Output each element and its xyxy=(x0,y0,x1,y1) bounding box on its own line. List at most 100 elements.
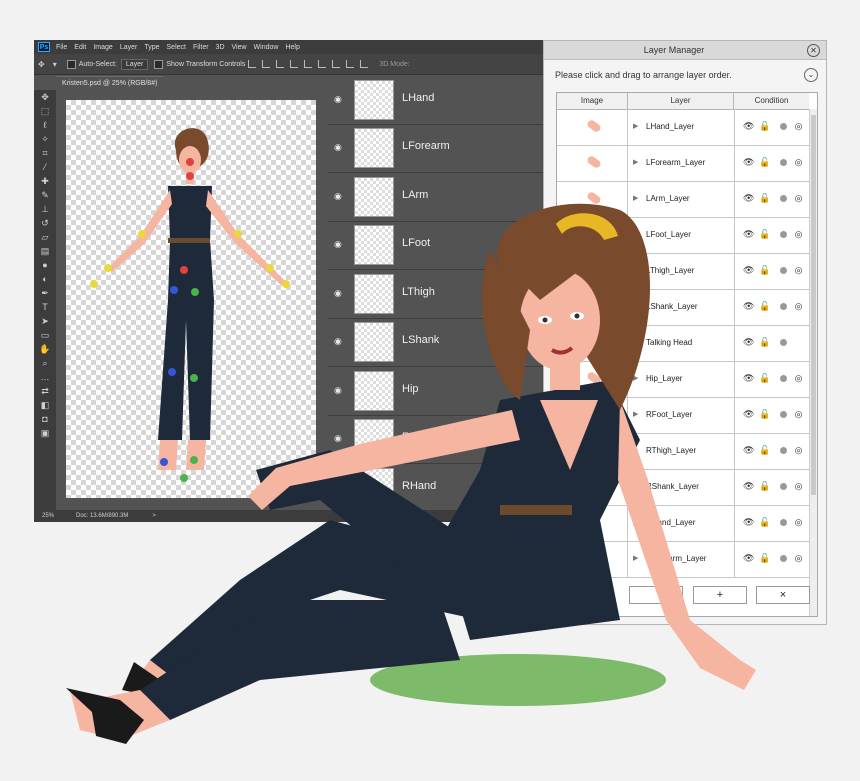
layer-row[interactable]: ◉ LThigh xyxy=(328,270,560,319)
table-row[interactable]: Talking Head 👁 🔓 xyxy=(557,325,809,362)
table-row[interactable]: ▶ LFoot_Layer 👁 🔓 ◎ xyxy=(557,217,809,254)
eye-icon[interactable]: ◉ xyxy=(334,94,344,104)
expand-arrow-icon[interactable]: ▶ xyxy=(633,410,638,418)
eye-icon[interactable]: 👁 xyxy=(743,301,754,312)
radio-dot-icon[interactable] xyxy=(780,375,787,382)
layer-row[interactable]: ◉ LFoot xyxy=(328,221,560,270)
lock-icon[interactable]: 🔓 xyxy=(759,553,770,564)
blur-tool-icon[interactable]: ● xyxy=(34,258,56,272)
layer-row[interactable]: ◉ LForearm xyxy=(328,124,560,173)
pen-tool-icon[interactable]: ✒ xyxy=(34,286,56,300)
distribute-icon[interactable] xyxy=(332,60,341,68)
visibility-icon[interactable]: ◎ xyxy=(793,157,804,168)
visibility-icon[interactable]: ◎ xyxy=(793,517,804,528)
visibility-icon[interactable]: ◎ xyxy=(793,553,804,564)
lock-icon[interactable]: 🔓 xyxy=(759,301,770,312)
dodge-tool-icon[interactable]: ◐ xyxy=(34,272,56,286)
add-layer-button[interactable]: + xyxy=(693,586,747,604)
eye-icon[interactable]: 👁 xyxy=(743,265,754,276)
menu-window[interactable]: Window xyxy=(254,44,279,51)
eye-icon[interactable]: ◉ xyxy=(334,142,344,152)
blank-button[interactable] xyxy=(556,586,610,604)
visibility-icon[interactable]: ◎ xyxy=(793,445,804,456)
table-row[interactable]: ▶ Hip_Layer 👁 🔓 ◎ xyxy=(557,361,809,398)
screen-mode-icon[interactable]: ▣ xyxy=(34,426,56,440)
eye-icon[interactable]: 👁 xyxy=(743,445,754,456)
lock-icon[interactable]: 🔓 xyxy=(759,337,770,348)
visibility-icon[interactable]: ◎ xyxy=(793,481,804,492)
expand-arrow-icon[interactable]: ▶ xyxy=(633,518,638,526)
menu-type[interactable]: Type xyxy=(144,44,159,51)
align-icon[interactable] xyxy=(290,60,299,68)
document-tab[interactable]: Kristen5.psd @ 25% (RGB/8#) xyxy=(56,76,164,91)
eye-icon[interactable]: 👁 xyxy=(743,373,754,384)
eye-icon[interactable]: 👁 xyxy=(743,517,754,528)
visibility-icon[interactable]: ◎ xyxy=(793,193,804,204)
layer-row[interactable]: ◉ LHand xyxy=(328,76,560,125)
align-icon[interactable] xyxy=(262,60,271,68)
radio-dot-icon[interactable] xyxy=(780,411,787,418)
hand-tool-icon[interactable]: ✋ xyxy=(34,342,56,356)
align-icon[interactable] xyxy=(304,60,313,68)
quick-mask-icon[interactable]: ◘ xyxy=(34,412,56,426)
radio-dot-icon[interactable] xyxy=(780,123,787,130)
expand-arrow-icon[interactable]: ▶ xyxy=(633,554,638,562)
layer-row[interactable]: ◉ RFoot xyxy=(328,415,560,464)
eye-icon[interactable]: 👁 xyxy=(743,229,754,240)
visibility-icon[interactable]: ◎ xyxy=(793,121,804,132)
eye-icon[interactable]: 👁 xyxy=(743,121,754,132)
menu-help[interactable]: Help xyxy=(285,44,299,51)
scrollbar-thumb[interactable] xyxy=(811,115,816,495)
lock-icon[interactable]: 🔓 xyxy=(759,157,770,168)
move-tool-icon[interactable]: ✥ xyxy=(34,90,56,104)
radio-dot-icon[interactable] xyxy=(780,339,787,346)
menu-3d[interactable]: 3D xyxy=(216,44,225,51)
layer-row[interactable]: ◉ LShank xyxy=(328,318,560,367)
menu-view[interactable]: View xyxy=(232,44,247,51)
distribute-icon[interactable] xyxy=(346,60,355,68)
radio-dot-icon[interactable] xyxy=(780,159,787,166)
radio-dot-icon[interactable] xyxy=(780,555,787,562)
status-menu-arrow[interactable]: > xyxy=(152,513,156,519)
radio-dot-icon[interactable] xyxy=(780,195,787,202)
expand-arrow-icon[interactable]: ▶ xyxy=(633,266,638,274)
lock-icon[interactable]: 🔓 xyxy=(759,121,770,132)
blank-button[interactable] xyxy=(629,586,683,604)
auto-select-checkbox[interactable] xyxy=(66,59,76,69)
menu-file[interactable]: File xyxy=(56,44,67,51)
expand-arrow-icon[interactable]: ▶ xyxy=(633,482,638,490)
visibility-icon[interactable]: ◎ xyxy=(793,265,804,276)
lock-icon[interactable]: 🔓 xyxy=(759,193,770,204)
eye-icon[interactable]: ◉ xyxy=(334,239,344,249)
align-icon[interactable] xyxy=(248,60,257,68)
history-brush-icon[interactable]: ↺ xyxy=(34,216,56,230)
menu-select[interactable]: Select xyxy=(167,44,186,51)
table-row[interactable]: ▶ LShank_Layer 👁 🔓 ◎ xyxy=(557,289,809,326)
move-tool-icon[interactable]: ✥ xyxy=(38,60,45,69)
align-icon[interactable] xyxy=(276,60,285,68)
menu-layer[interactable]: Layer xyxy=(120,44,138,51)
lock-icon[interactable]: 🔓 xyxy=(759,409,770,420)
visibility-icon[interactable]: ◎ xyxy=(793,229,804,240)
table-row[interactable]: ▶ LForearm_Layer 👁 🔓 ◎ xyxy=(557,145,809,182)
expand-arrow-icon[interactable]: ▶ xyxy=(633,194,638,202)
rectangle-tool-icon[interactable]: ▭ xyxy=(34,328,56,342)
gradient-tool-icon[interactable]: ▤ xyxy=(34,244,56,258)
radio-dot-icon[interactable] xyxy=(780,519,787,526)
lock-icon[interactable]: 🔓 xyxy=(759,445,770,456)
zoom-level[interactable]: 25% xyxy=(42,513,54,519)
chevron-down-icon[interactable]: ⌄ xyxy=(804,68,818,82)
menu-edit[interactable]: Edit xyxy=(74,44,86,51)
visibility-icon[interactable]: ◎ xyxy=(793,301,804,312)
eye-icon[interactable]: ◉ xyxy=(334,336,344,346)
chevron-down-icon[interactable]: ▾ xyxy=(53,60,57,69)
distribute-icon[interactable] xyxy=(360,60,369,68)
eye-icon[interactable]: ◉ xyxy=(334,385,344,395)
table-row[interactable]: ▶ RFoot_Layer 👁 🔓 ◎ xyxy=(557,397,809,434)
radio-dot-icon[interactable] xyxy=(780,447,787,454)
color-swatches-icon[interactable]: ◧ xyxy=(34,398,56,412)
lock-icon[interactable]: 🔓 xyxy=(759,373,770,384)
eye-icon[interactable]: ◉ xyxy=(334,482,344,492)
menu-filter[interactable]: Filter xyxy=(193,44,209,51)
zoom-tool-icon[interactable]: ⌕ xyxy=(34,356,56,370)
